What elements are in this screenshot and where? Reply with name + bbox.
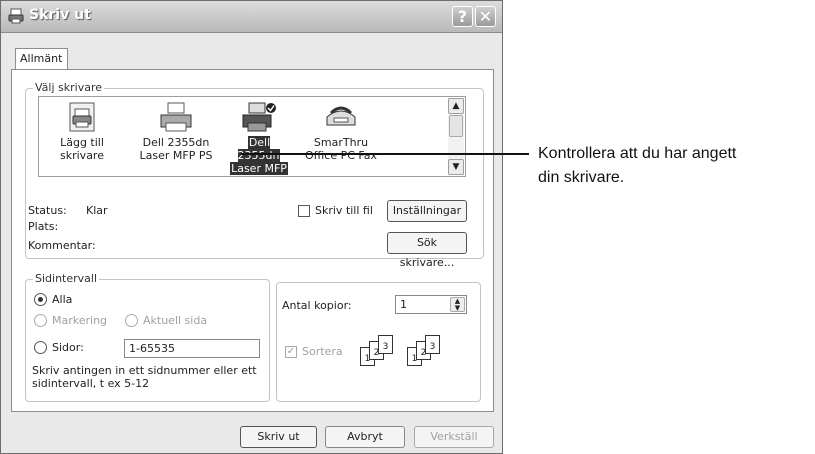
printer-list[interactable]: Lägg till skrivare Dell 2355dn Laser MFP…: [38, 96, 466, 177]
scroll-thumb[interactable]: [449, 115, 463, 137]
printer-item-add[interactable]: Lägg till skrivare: [47, 101, 117, 162]
printer-list-scrollbar[interactable]: ▲ ▼: [448, 98, 464, 175]
printer-line2: Laser MFP: [230, 162, 288, 175]
callout-line: [241, 153, 529, 155]
callout-line2: din skrivare.: [538, 169, 625, 186]
printer-line1: Dell 2355dn: [237, 136, 281, 162]
printer-line1: Lägg till: [60, 136, 104, 149]
add-printer-icon: [69, 102, 95, 132]
help-button[interactable]: ?: [452, 6, 473, 27]
copies-label: Antal kopior:: [282, 299, 352, 312]
all-pages-label[interactable]: Alla: [52, 293, 72, 306]
all-pages-radio[interactable]: [34, 293, 47, 306]
printer-icon: [8, 8, 24, 24]
find-printer-button[interactable]: Sök skrivare...: [387, 232, 467, 269]
print-to-file-checkbox[interactable]: [298, 205, 310, 217]
print-dialog: Skriv ut ? ✕ Allmänt Välj skrivare Lägg …: [0, 0, 503, 454]
pages-radio[interactable]: [34, 341, 47, 354]
fax-icon: [326, 106, 356, 126]
status-value: Klar: [86, 204, 108, 217]
select-printer-legend: Välj skrivare: [33, 81, 104, 94]
page-range-hint: Skriv antingen in ett sidnummer eller et…: [32, 364, 257, 390]
current-page-label[interactable]: Aktuell sida: [143, 314, 207, 327]
status-label: Status:: [28, 204, 67, 217]
pages-input[interactable]: 1-65535: [124, 339, 260, 358]
printer-line1: SmarThru: [313, 136, 369, 149]
copies-value: 1: [400, 298, 407, 311]
collate-checkbox[interactable]: ✓: [285, 346, 297, 358]
current-page-radio[interactable]: [125, 314, 138, 327]
copies-input[interactable]: 1 ▲ ▼: [395, 295, 467, 314]
print-to-file-label[interactable]: Skriv till fil: [315, 204, 373, 217]
collate-page: 3: [425, 335, 440, 354]
callout-text: Kontrollera att du har angett din skriva…: [538, 142, 736, 190]
collate-page: 3: [378, 335, 393, 354]
callout-line1: Kontrollera att du har angett: [538, 145, 737, 162]
printer-line2: skrivare: [60, 149, 104, 162]
apply-button[interactable]: Verkställ: [414, 426, 494, 448]
printer-line2: Laser MFP PS: [139, 149, 213, 162]
printer-icon: [160, 102, 192, 132]
printer-item-dell-selected[interactable]: Dell 2355dn Laser MFP: [227, 101, 291, 175]
title-bar[interactable]: Skriv ut ? ✕: [1, 1, 502, 33]
default-printer-icon: [242, 102, 276, 132]
dialog-title: Skriv ut: [29, 7, 91, 23]
scroll-up-icon[interactable]: ▲: [448, 98, 464, 114]
preferences-button[interactable]: Inställningar: [387, 200, 467, 222]
selection-label[interactable]: Markering: [52, 314, 107, 327]
printer-line1: Dell 2355dn: [142, 136, 210, 149]
collate-label[interactable]: Sortera: [302, 345, 343, 358]
page-range-legend: Sidintervall: [33, 272, 100, 285]
close-button[interactable]: ✕: [475, 6, 496, 27]
print-button[interactable]: Skriv ut: [240, 426, 317, 448]
cancel-button[interactable]: Avbryt: [325, 426, 405, 448]
location-label: Plats:: [28, 220, 59, 233]
scroll-down-icon[interactable]: ▼: [448, 159, 464, 175]
tab-general[interactable]: Allmänt: [15, 48, 68, 70]
comment-label: Kommentar:: [28, 239, 96, 252]
selection-radio[interactable]: [34, 314, 47, 327]
printer-item-dell-ps[interactable]: Dell 2355dn Laser MFP PS: [135, 101, 217, 162]
copies-spinner-icon[interactable]: ▲ ▼: [450, 297, 465, 312]
printer-line2: Office PC Fax: [305, 149, 377, 162]
pages-label[interactable]: Sidor:: [52, 341, 84, 354]
